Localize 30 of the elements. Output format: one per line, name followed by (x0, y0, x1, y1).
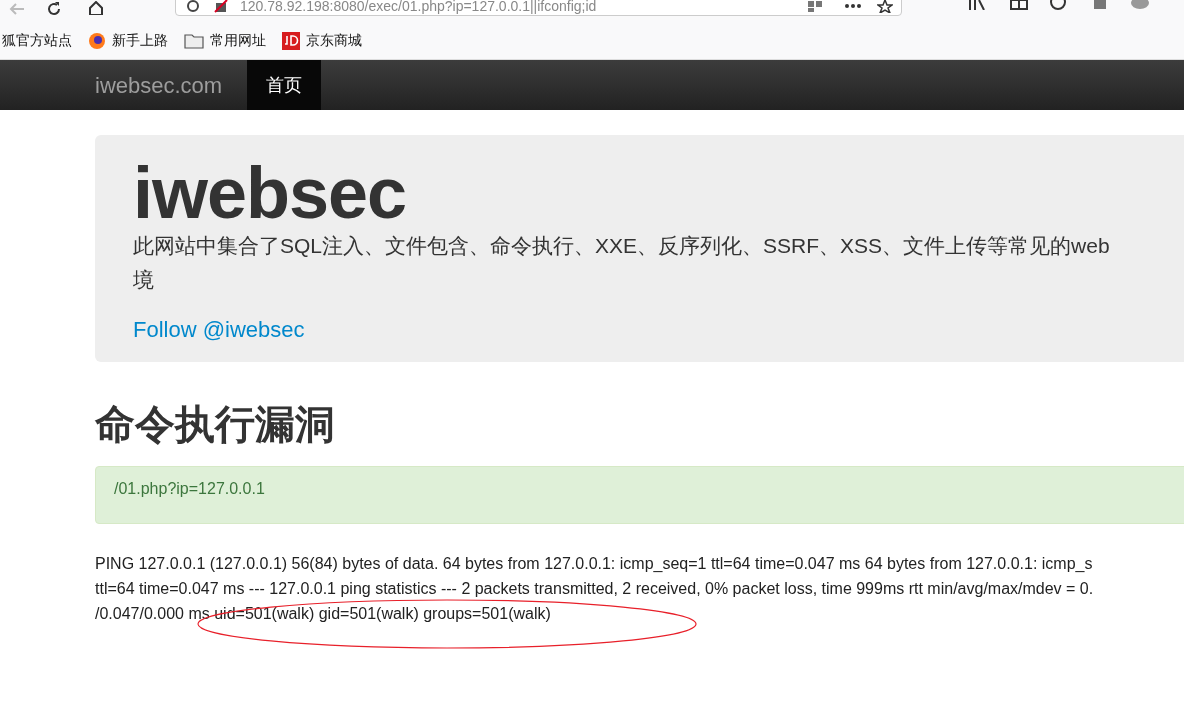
firefox-icon (88, 31, 106, 50)
url-field[interactable]: 120.78.92.198:8080/exec/01.php?ip=127.0.0.1||ifconfig;id (175, 0, 902, 16)
insecure-lock-icon (214, 0, 228, 13)
star-icon[interactable] (877, 0, 893, 13)
bookmark-item[interactable]: 常用网址 (184, 30, 266, 51)
home-icon[interactable] (88, 1, 104, 15)
bookmark-item[interactable]: 新手上路 (88, 30, 168, 51)
bookmark-item[interactable]: 京东商城 (282, 30, 362, 51)
info-icon (186, 0, 200, 13)
sidebar-icon[interactable] (1010, 0, 1028, 10)
site-description: 此网站中集合了SQL注入、文件包含、命令执行、XXE、反序列化、SSRF、XSS、文件上传等常见的web 境 (133, 233, 1111, 293)
section-heading: 命令执行漏洞 (95, 401, 336, 448)
store-logo-icon (282, 31, 300, 50)
command-output-line: PING 127.0.0.1 (127.0.0.1) 56(84) bytes of data. 64 bytes from 127.0.0.1: icmp_seq=1 ttl=64 time=0.047 ms 64 bytes from 127.0.0.1: icmp_s (95, 554, 1093, 574)
qr-code-icon[interactable] (807, 0, 823, 12)
folder-icon (184, 32, 204, 49)
extension-icon[interactable] (1092, 0, 1108, 10)
site-brand[interactable]: iwebsec.com (95, 60, 223, 110)
bookmark-item[interactable]: 狐官方站点 (2, 30, 72, 51)
site-title: iwebsec (133, 153, 408, 233)
chat-icon[interactable] (1130, 0, 1150, 10)
nav-tab[interactable]: 首页 (247, 60, 322, 110)
command-output-line: ttl=64 time=0.047 ms --- 127.0.0.1 ping statistics --- 2 packets transmitted, 2 received, 0% packet loss, time 999ms rtt min/avg/max/mdev = 0. (95, 579, 1094, 599)
alert-text: /01.php?ip=127.0.0.1 (114, 480, 265, 497)
command-output-line: /0.047/0.000 ms uid=501(walk) gid=501(walk) groups=501(walk) (95, 604, 551, 624)
reload-icon[interactable] (46, 1, 62, 17)
account-icon[interactable] (1050, 0, 1066, 10)
more-icon[interactable] (845, 4, 861, 8)
url-text: 120.78.92.198:8080/exec/01.php?ip=127.0.0.1||ifconfig;id (240, 0, 597, 16)
library-icon[interactable] (968, 0, 986, 10)
